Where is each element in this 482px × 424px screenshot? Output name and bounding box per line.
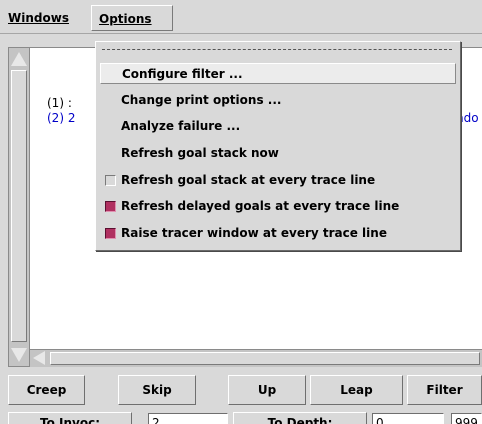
leap-button[interactable]: Leap [310, 375, 403, 405]
menu-item-refresh-goal-stack-every-line[interactable]: Refresh goal stack at every trace line [100, 170, 456, 191]
trace-vertical-scrollbar[interactable] [8, 47, 30, 367]
menu-item-analyze-failure[interactable]: Analyze failure ... [100, 116, 456, 137]
menu-item-label: Analyze failure ... [121, 119, 241, 133]
max-depth-input[interactable]: 999 [451, 413, 482, 424]
filter-button[interactable]: Filter [407, 375, 482, 405]
menu-item-refresh-delayed-goals-every-line[interactable]: Refresh delayed goals at every trace lin… [100, 196, 456, 217]
menu-item-label: Refresh delayed goals at every trace lin… [121, 199, 400, 213]
menu-item-configure-filter[interactable]: Configure filter ... [100, 63, 456, 84]
to-invoc-button[interactable]: To Invoc: [8, 412, 132, 424]
checkbox-unchecked-icon[interactable] [105, 175, 116, 186]
to-invoc-label: To Invoc: [40, 416, 100, 424]
skip-button-label: Skip [142, 383, 172, 397]
menu-item-change-print-options[interactable]: Change print options ... [100, 90, 456, 111]
menubar: Windows Options [0, 0, 482, 34]
menu-options[interactable]: Options [91, 5, 173, 31]
options-dropdown-menu: Configure filter ... Change print option… [95, 41, 461, 251]
to-depth-label: To Depth: [267, 416, 333, 424]
menu-options-label: Options [99, 12, 152, 26]
menu-windows[interactable]: Windows [1, 5, 76, 31]
menu-item-label: Configure filter ... [122, 67, 243, 81]
trace-horizontal-scrollbar[interactable] [30, 349, 482, 367]
depth-input[interactable]: 0 [372, 413, 444, 424]
menu-item-label: Refresh goal stack at every trace line [121, 173, 376, 187]
horizontal-scroll-thumb[interactable] [50, 352, 480, 365]
to-depth-button[interactable]: To Depth: [233, 412, 367, 424]
leap-button-label: Leap [340, 383, 373, 397]
vertical-scroll-thumb[interactable] [11, 70, 27, 342]
up-button[interactable]: Up [228, 375, 306, 405]
menu-item-label: Raise tracer window at every trace line [121, 226, 387, 240]
menu-tearoff-line[interactable] [102, 49, 452, 50]
menu-item-raise-tracer-window-every-line[interactable]: Raise tracer window at every trace line [100, 223, 456, 244]
checkbox-checked-icon[interactable] [105, 201, 116, 212]
creep-button[interactable]: Creep [8, 375, 85, 405]
menu-item-label: Refresh goal stack now [121, 146, 279, 160]
creep-button-label: Creep [26, 383, 67, 397]
skip-button[interactable]: Skip [118, 375, 196, 405]
trace-line-1: (1) : [47, 96, 72, 110]
menu-item-label: Change print options ... [121, 93, 282, 107]
scroll-down-arrow-icon[interactable] [11, 348, 27, 362]
invoc-input[interactable]: 2 [148, 413, 228, 424]
up-button-label: Up [257, 383, 277, 397]
scroll-up-arrow-icon[interactable] [11, 52, 27, 66]
trace-line-2: (2) 2 [47, 111, 76, 125]
scroll-left-arrow-icon[interactable] [33, 351, 45, 365]
menu-windows-label: Windows [8, 11, 69, 25]
menu-item-refresh-goal-stack-now[interactable]: Refresh goal stack now [100, 143, 456, 164]
checkbox-checked-icon[interactable] [105, 228, 116, 239]
filter-button-label: Filter [426, 383, 463, 397]
